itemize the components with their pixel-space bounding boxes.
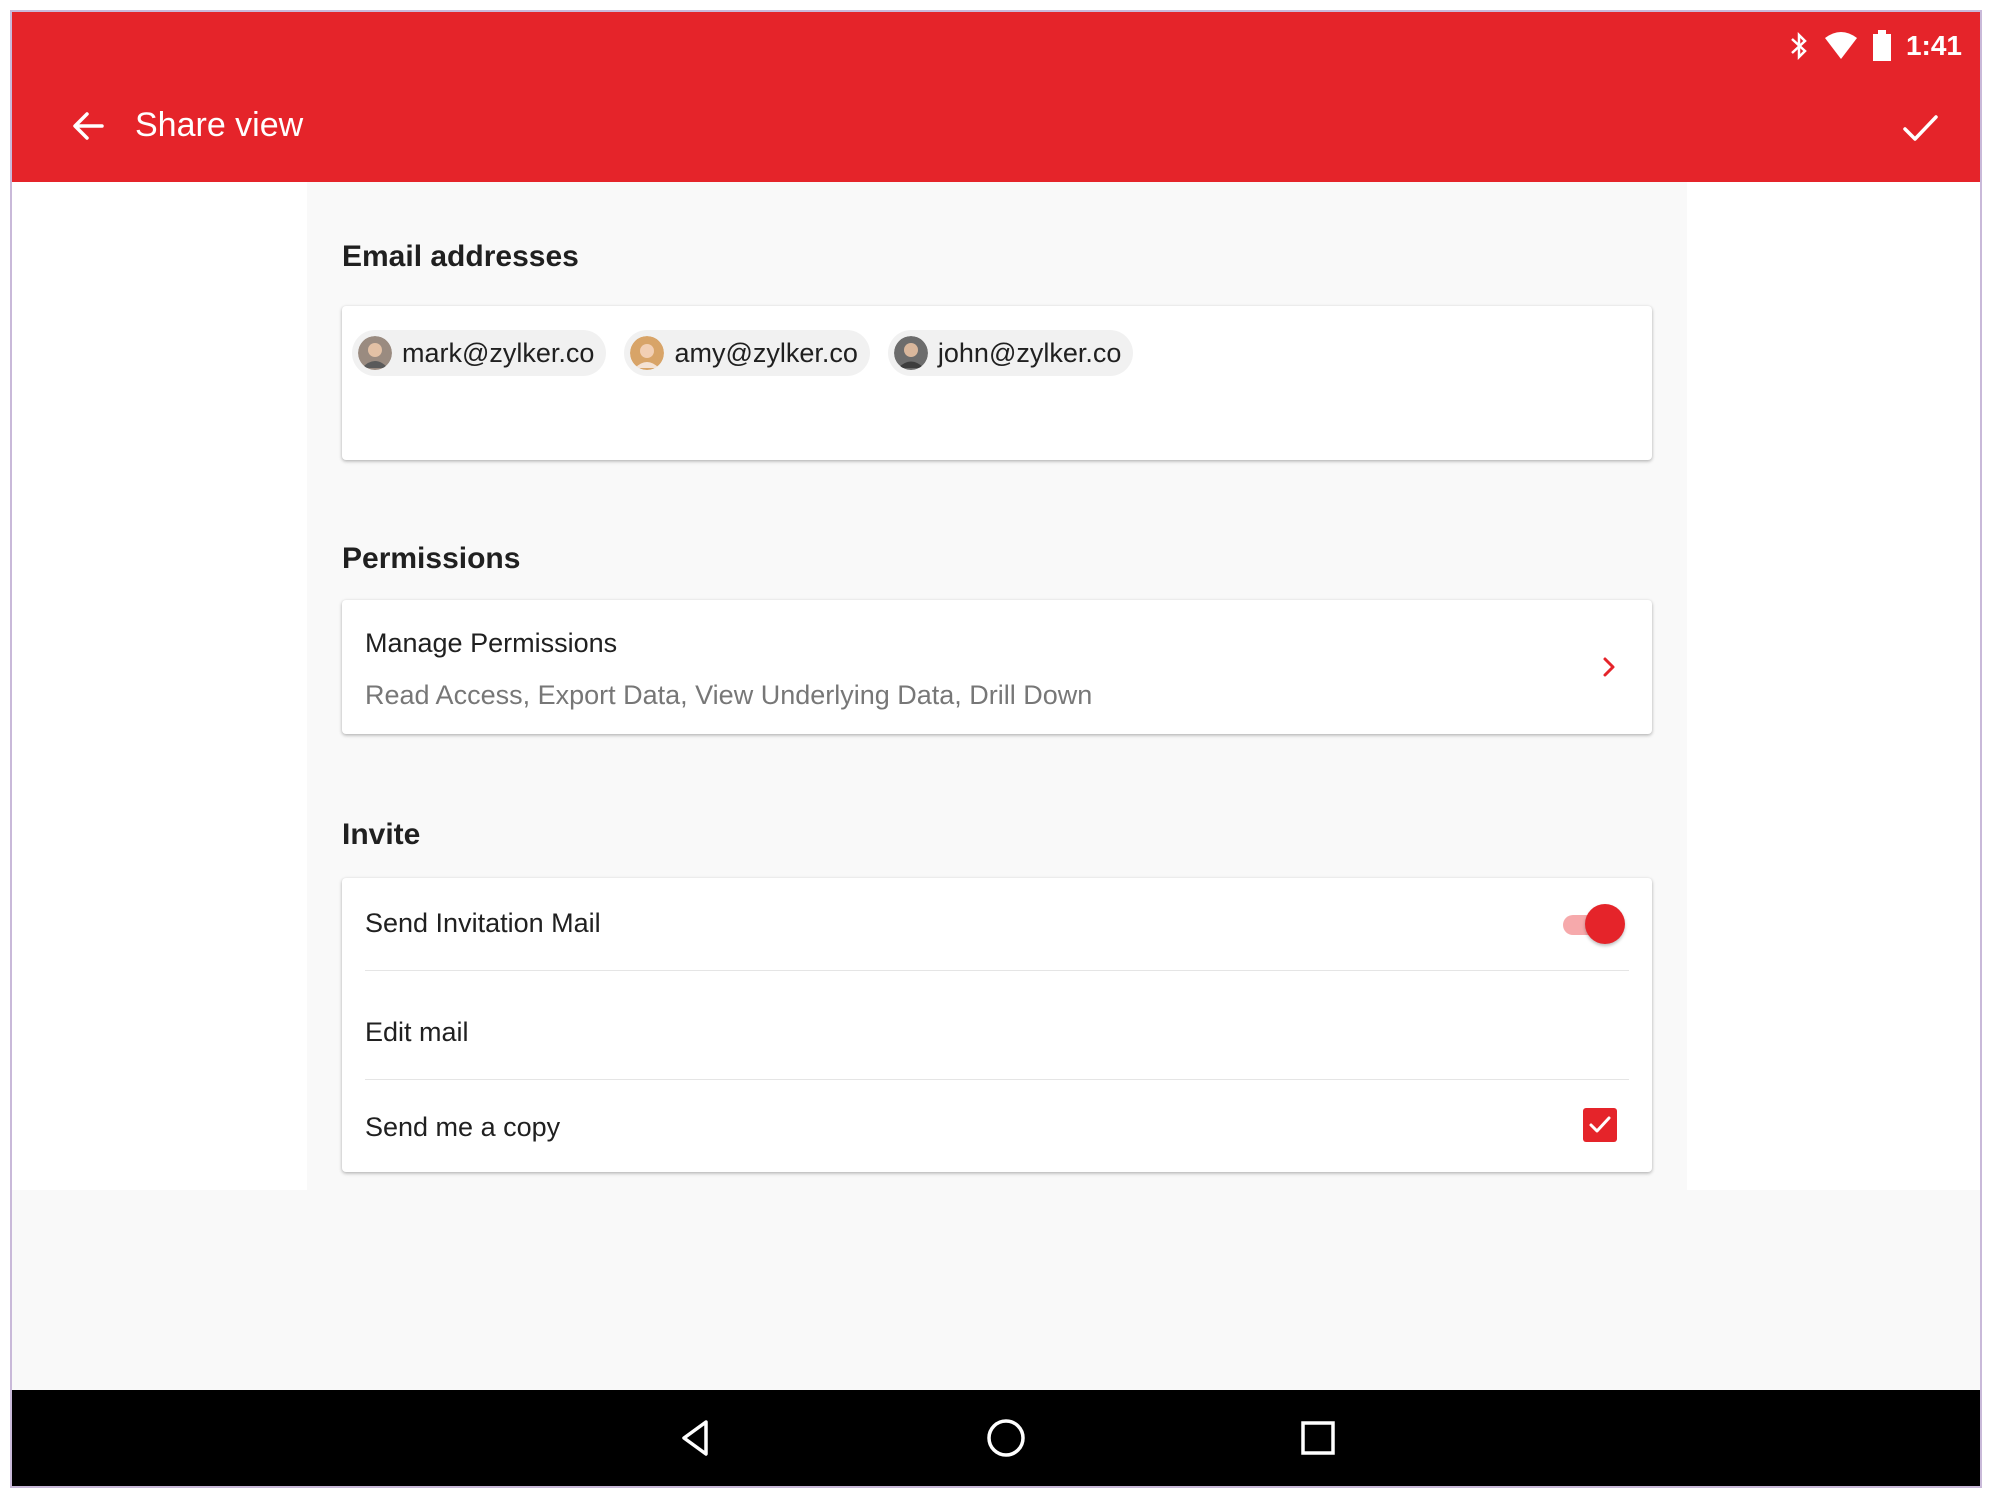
avatar — [358, 336, 392, 370]
manage-permissions-title: Manage Permissions — [365, 628, 618, 658]
status-bar: 1:41 — [1788, 26, 1962, 66]
page-title: Share view — [135, 106, 304, 144]
nav-home-button[interactable] — [982, 1414, 1030, 1462]
form-panel: Email addresses mark@zylker.co amy@zylke… — [307, 182, 1687, 1190]
send-invitation-label: Send Invitation Mail — [365, 908, 601, 938]
email-chip[interactable]: john@zylker.co — [887, 330, 1134, 376]
email-chips: mark@zylker.co amy@zylker.co john@zylker… — [342, 306, 1652, 400]
send-copy-row[interactable]: Send me a copy — [365, 1080, 1629, 1172]
battery-icon — [1872, 30, 1891, 61]
confirm-button[interactable] — [1890, 98, 1950, 158]
avatar — [893, 336, 928, 370]
manage-permissions-item[interactable]: Manage Permissions Read Access, Export D… — [342, 600, 1652, 734]
send-copy-checkbox[interactable] — [1583, 1108, 1617, 1142]
app-bar: 1:41 Share view — [12, 12, 1980, 182]
chip-label: amy@zylker.co — [674, 337, 858, 368]
avatar — [630, 336, 665, 370]
recents-square-icon — [1301, 1421, 1335, 1455]
send-copy-label: Send me a copy — [365, 1112, 561, 1142]
edit-mail-row[interactable]: Edit mail — [365, 971, 1629, 1080]
status-time: 1:41 — [1905, 30, 1962, 61]
check-icon — [1903, 115, 1938, 141]
device-frame: 1:41 Share view Email addresses mark@zyl… — [10, 10, 1982, 1488]
send-invitation-row[interactable]: Send Invitation Mail — [365, 878, 1629, 971]
back-triangle-icon — [682, 1420, 708, 1456]
permissions-section-title: Permissions — [342, 542, 521, 575]
content-area: Email addresses mark@zylker.co amy@zylke… — [12, 182, 1980, 1190]
chip-label: mark@zylker.co — [402, 337, 595, 368]
toggle-knob — [1585, 904, 1625, 944]
email-input-card[interactable]: mark@zylker.co amy@zylker.co john@zylker… — [342, 306, 1652, 460]
bluetooth-icon — [1791, 31, 1807, 61]
arrow-left-icon — [73, 112, 104, 140]
nav-recents-button[interactable] — [1294, 1414, 1342, 1462]
email-section-title: Email addresses — [342, 240, 579, 273]
invite-section-title: Invite — [342, 818, 421, 851]
checkmark-icon — [1589, 1116, 1611, 1133]
wifi-icon — [1824, 32, 1857, 59]
system-nav-bar — [12, 1390, 1980, 1486]
nav-back-button[interactable] — [672, 1414, 720, 1462]
invite-card: Send Invitation Mail Edit mail Send me a… — [342, 878, 1652, 1172]
send-invitation-toggle[interactable] — [1559, 904, 1625, 944]
email-chip[interactable]: mark@zylker.co — [352, 330, 607, 376]
chip-label: john@zylker.co — [937, 337, 1122, 368]
home-circle-icon — [987, 1419, 1025, 1457]
chevron-right-icon — [1603, 657, 1615, 677]
permissions-summary: Read Access, Export Data, View Underlyin… — [365, 680, 1093, 710]
email-chip[interactable]: amy@zylker.co — [624, 330, 870, 376]
back-button[interactable] — [60, 98, 116, 154]
edit-mail-label: Edit mail — [365, 1017, 469, 1047]
